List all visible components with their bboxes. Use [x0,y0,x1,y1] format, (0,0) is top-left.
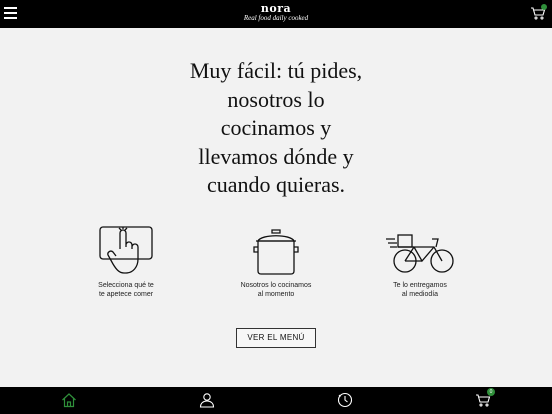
delivery-bike-icon [386,234,454,273]
brand-tagline: Real food daily cooked [243,14,309,22]
touch-screen-hand-icon [99,226,153,274]
hero-line: cocinamos y [220,115,332,140]
bottom-tab-bar: 0 [0,387,552,414]
home-icon [62,393,76,408]
user-icon [199,393,215,408]
cart-indicator-dot [541,4,547,10]
tab-orders[interactable] [337,392,353,408]
hero-line: Muy fácil: tú pides, [189,58,363,83]
step-label-line: al mediodía [401,291,439,298]
cooking-pot-icon [253,229,299,275]
hero-headline: Muy fácil: tú pides, nosotros lo cocinam… [0,57,552,200]
brand-name: nora [260,2,292,15]
step-label-line: al momento [257,291,295,298]
step-select: Selecciona qué te te apetece comer [66,225,186,299]
brand-logo[interactable]: nora Real food daily cooked [0,3,552,23]
top-bar: nora Real food daily cooked [0,0,552,28]
how-it-works: Selecciona qué te te apetece comer Nosot… [0,225,552,315]
step-label: Selecciona qué te te apetece comer [66,281,186,299]
tab-cart[interactable]: 0 [475,388,495,408]
clock-icon [337,392,353,408]
step-label-line: Te lo entregamos [393,282,447,289]
hero-line: nosotros lo [227,86,325,112]
step-label: Nosotros lo cocinamos al momento [216,281,336,299]
cart-count-badge: 0 [487,388,495,396]
step-label-line: te apetece comer [98,291,154,298]
step-deliver: Te lo entregamos al mediodía [360,225,480,299]
step-label-line: Nosotros lo cocinamos [240,282,312,289]
step-label: Te lo entregamos al mediodía [360,281,480,299]
tab-profile[interactable] [199,392,215,408]
hero-line: llevamos dónde y [198,143,354,169]
view-menu-button[interactable]: VER EL MENÚ [236,328,316,348]
hero-line: cuando quieras. [206,172,346,197]
step-label-line: Selecciona qué te [98,282,154,289]
step-cook: Nosotros lo cocinamos al momento [216,225,336,299]
shopping-cart-icon[interactable] [530,4,547,21]
tab-home[interactable] [61,392,77,408]
